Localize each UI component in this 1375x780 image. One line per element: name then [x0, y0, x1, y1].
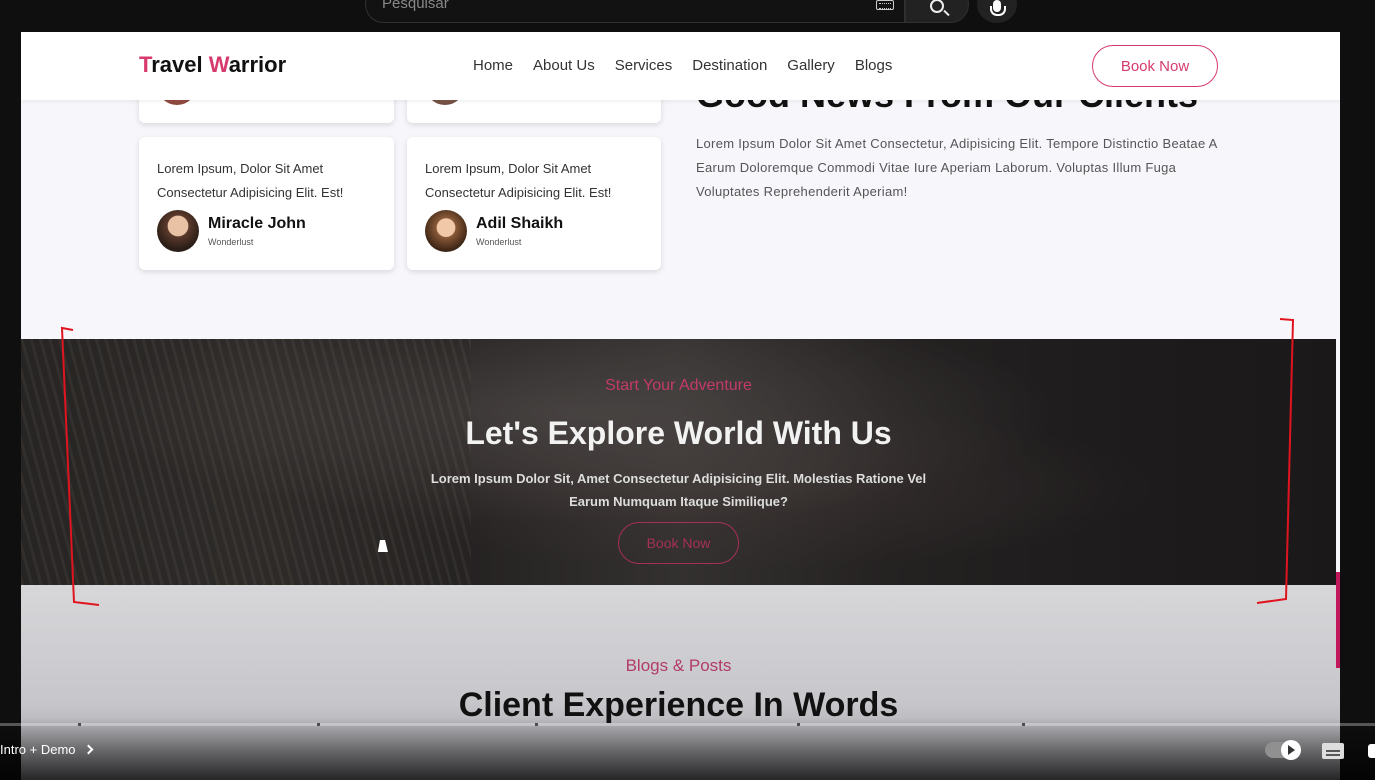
autoplay-toggle-icon[interactable]	[1265, 740, 1301, 760]
testimonial-role: Wonderlust	[208, 237, 254, 247]
youtube-search-button[interactable]	[905, 0, 969, 23]
logo-word-arrior: arrior	[228, 52, 287, 77]
nav-gallery[interactable]: Gallery	[787, 57, 835, 74]
chapter-marker	[78, 723, 81, 726]
banner-title: Let's Explore World With Us	[465, 415, 892, 451]
chapter-marker	[797, 723, 800, 726]
book-now-button[interactable]: Book Now	[1092, 45, 1218, 87]
chapter-marker	[535, 723, 538, 726]
nav-destination[interactable]: Destination	[692, 57, 767, 74]
adventure-banner: Start Your Adventure Let's Explore World…	[21, 339, 1336, 585]
nav-services[interactable]: Services	[615, 57, 673, 74]
chapter-marker	[1022, 723, 1025, 726]
testimonials-description: Lorem Ipsum Dolor Sit Amet Consectetur, …	[696, 136, 1217, 199]
scroll-progress-bar	[1336, 572, 1340, 668]
avatar	[157, 210, 199, 252]
banner-description: Lorem Ipsum Dolor Sit, Amet Consectetur …	[430, 471, 927, 509]
mouse-cursor-icon	[377, 540, 391, 552]
microphone-icon	[990, 0, 1006, 16]
site-header: Travel Warrior Home About Us Services De…	[21, 32, 1340, 100]
left-bracket-overlay	[60, 326, 100, 606]
search-icon	[930, 0, 944, 13]
main-nav: Home About Us Services Destination Galle…	[473, 57, 892, 74]
testimonial-name: Miracle John	[208, 215, 306, 232]
logo-initial-w: W	[208, 52, 229, 77]
play-icon	[1288, 745, 1295, 755]
logo-initial-t: T	[139, 52, 152, 77]
settings-icon[interactable]	[1368, 744, 1375, 758]
testimonial-card: Lorem Ipsum, Dolor Sit Amet Consectetur …	[407, 137, 661, 270]
testimonial-quote: Lorem Ipsum, Dolor Sit Amet Consectetur …	[157, 161, 344, 200]
banner-book-now-button[interactable]: Book Now	[618, 522, 739, 564]
testimonial-name: Adil Shaikh	[476, 215, 564, 232]
chapter-marker	[317, 723, 320, 726]
testimonial-card: Lorem Ipsum, Dolor Sit Amet Consectetur …	[139, 137, 394, 270]
youtube-search-box[interactable]	[365, 0, 905, 23]
right-bracket-overlay	[1256, 318, 1295, 604]
nav-blogs[interactable]: Blogs	[855, 57, 893, 74]
testimonial-role: Wonderlust	[476, 237, 522, 247]
chapter-title: Intro + Demo	[0, 742, 76, 757]
nav-about-us[interactable]: About Us	[533, 57, 595, 74]
banner-subtitle: Start Your Adventure	[605, 377, 752, 394]
captions-icon[interactable]	[1322, 743, 1344, 759]
video-controls: Intro + Demo	[0, 718, 1375, 780]
testimonial-quote: Lorem Ipsum, Dolor Sit Amet Consectetur …	[425, 161, 612, 200]
keyboard-icon[interactable]	[876, 0, 894, 10]
chevron-right-icon	[83, 744, 93, 755]
nav-home[interactable]: Home	[473, 57, 513, 74]
video-progress-bar[interactable]	[0, 723, 1375, 726]
youtube-top-bar	[0, 0, 1375, 32]
site-logo[interactable]: Travel Warrior	[139, 52, 286, 78]
website-viewport: Lorem Ipsum, Dolor Sit Amet Consectetur …	[21, 32, 1340, 780]
chapter-title-button[interactable]: Intro + Demo	[0, 742, 93, 757]
voice-search-button[interactable]	[977, 0, 1017, 23]
youtube-search-input[interactable]	[382, 0, 842, 12]
blogs-subtitle: Blogs & Posts	[625, 656, 732, 675]
logo-word-ravel: ravel	[151, 52, 209, 77]
avatar	[425, 210, 467, 252]
